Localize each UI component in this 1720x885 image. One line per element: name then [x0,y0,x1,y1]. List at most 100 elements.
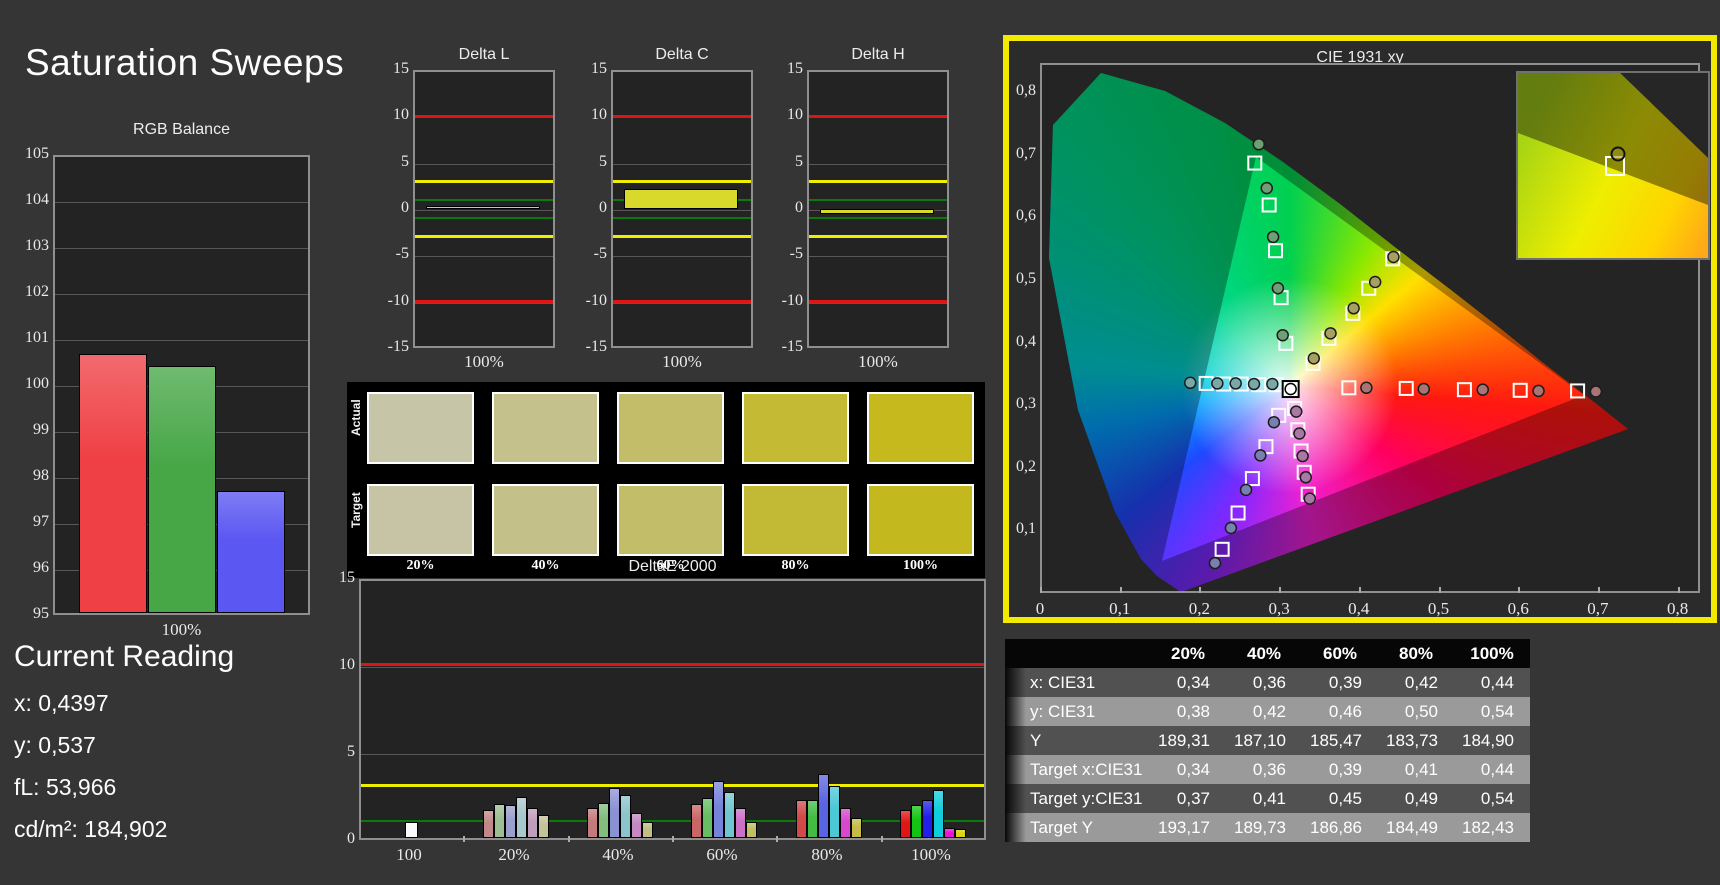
delta-ytick: 10 [591,106,607,124]
deltae-bar [504,804,516,838]
actual-swatch-100% [867,392,974,464]
measured-point-red [1476,383,1489,396]
measured-point-magenta [1299,471,1313,484]
deltae-bar [608,787,620,838]
delta-ytick: 0 [795,198,803,216]
table-cell: 184,49 [1378,813,1454,842]
target-swatch-60% [617,484,724,556]
table-row-label: Target Y [1026,813,1150,842]
delta-xlabel: 100% [464,352,504,371]
target-swatch-20% [367,484,474,556]
rgb-ytick: 98 [33,467,49,484]
delta-ytick: -5 [789,245,803,263]
deltae-group-label: 60% [706,845,738,864]
delta-ytick: 10 [787,106,803,124]
deltae-bar [817,774,829,838]
deltae-bar [921,799,933,838]
rgb-ytick: 103 [25,237,49,254]
deltae-bar [910,804,922,838]
target-swatch-100% [867,484,974,556]
table-row: Y 189,31 187,10 185,47 183,73 184,90 [1005,726,1530,755]
delta-ytick: 15 [787,60,803,77]
limit-line [613,114,751,118]
limit-line [613,217,751,220]
gridline [613,256,751,258]
measured-point-blue [1239,483,1253,497]
delta-h-title: Delta H [851,46,905,63]
table-row: y: CIE31 0,38 0,42 0,46 0,50 0,54 [1005,697,1530,726]
rgb-ytick: 101 [25,329,49,346]
limit-line [415,198,553,201]
deltae-bar [851,817,863,838]
limit-line [415,235,553,239]
table-cell: 0,50 [1378,697,1454,726]
measured-point-green [1276,328,1289,342]
delta-l-title: Delta L [458,46,510,63]
table-row-label: y: CIE31 [1026,697,1150,726]
limit-line [415,217,553,220]
deltae-group-label: 40% [602,845,634,864]
page-title: Saturation Sweeps [25,42,345,83]
table-cell: 0,44 [1454,668,1530,697]
delta-ytick: -10 [387,291,409,309]
cie-zoom-inset [1516,71,1710,260]
table-col-header: 20% [1150,639,1226,668]
deltae-bar [735,807,747,838]
table-col-header: 40% [1226,639,1302,668]
deltae-bar [712,780,724,838]
table-col-header: 80% [1378,639,1454,668]
measured-point-red [1360,381,1373,395]
deltae-bar [538,815,550,838]
swatch-row-label: Target [349,492,363,528]
rgb-xlabel: 100% [161,620,202,639]
delta-ytick: -10 [781,291,803,309]
target-square-red [1341,380,1357,396]
target-square-green [1268,243,1284,259]
limit-line [809,179,947,183]
cie-xtick: 0,2 [1188,599,1211,618]
deltae-bar [404,822,418,838]
delta-xlabel: 100% [858,352,898,371]
delta-ytick: -5 [395,245,409,263]
deltae-ytick: 10 [339,656,355,673]
table-cell: 186,86 [1302,813,1378,842]
table-row-label: Target y:CIE31 [1026,784,1150,813]
limit-line [361,784,984,788]
measured-point-blue [1267,415,1281,429]
deltae-title: DeltaE 2000 [628,558,717,575]
deltae-bar [806,799,818,838]
gridline [55,294,308,295]
gridline [809,256,947,258]
measured-point-cyan [1229,377,1242,390]
axis-tick [1119,587,1122,593]
table-cell: 0,45 [1302,784,1378,813]
limit-line [613,179,751,183]
table-cell: 0,34 [1150,668,1226,697]
limit-line [809,114,947,118]
deltae-bar [899,810,911,838]
gridline [415,163,553,165]
axis-tick [672,836,674,842]
limit-line [613,300,751,304]
delta-ytick: 15 [591,60,607,77]
table-cell: 183,73 [1378,726,1454,755]
white-point-circle [1284,382,1297,396]
measured-point-yellow [1387,250,1400,264]
gridline [613,163,751,165]
swatch-panel: Actual Target 20% 40% 60% 80% 100% [347,382,985,578]
deltae-bar [690,804,702,838]
deltae-bar [516,797,527,838]
delta-ytick: 5 [599,152,607,170]
gridline [55,248,308,249]
limit-line [809,217,947,220]
measured-point-cyan [1247,377,1261,391]
cie-ytick: 0,3 [1016,395,1036,413]
deltae-bar [746,822,758,838]
gridline [361,667,984,668]
table-cell: 0,37 [1150,784,1226,813]
measured-point-cyan [1211,377,1224,390]
delta-h-bar [820,209,934,215]
rgb-bar-blue [217,491,285,613]
current-reading-x: x: 0,4397 [14,690,109,716]
rgb-ytick: 97 [33,513,49,530]
